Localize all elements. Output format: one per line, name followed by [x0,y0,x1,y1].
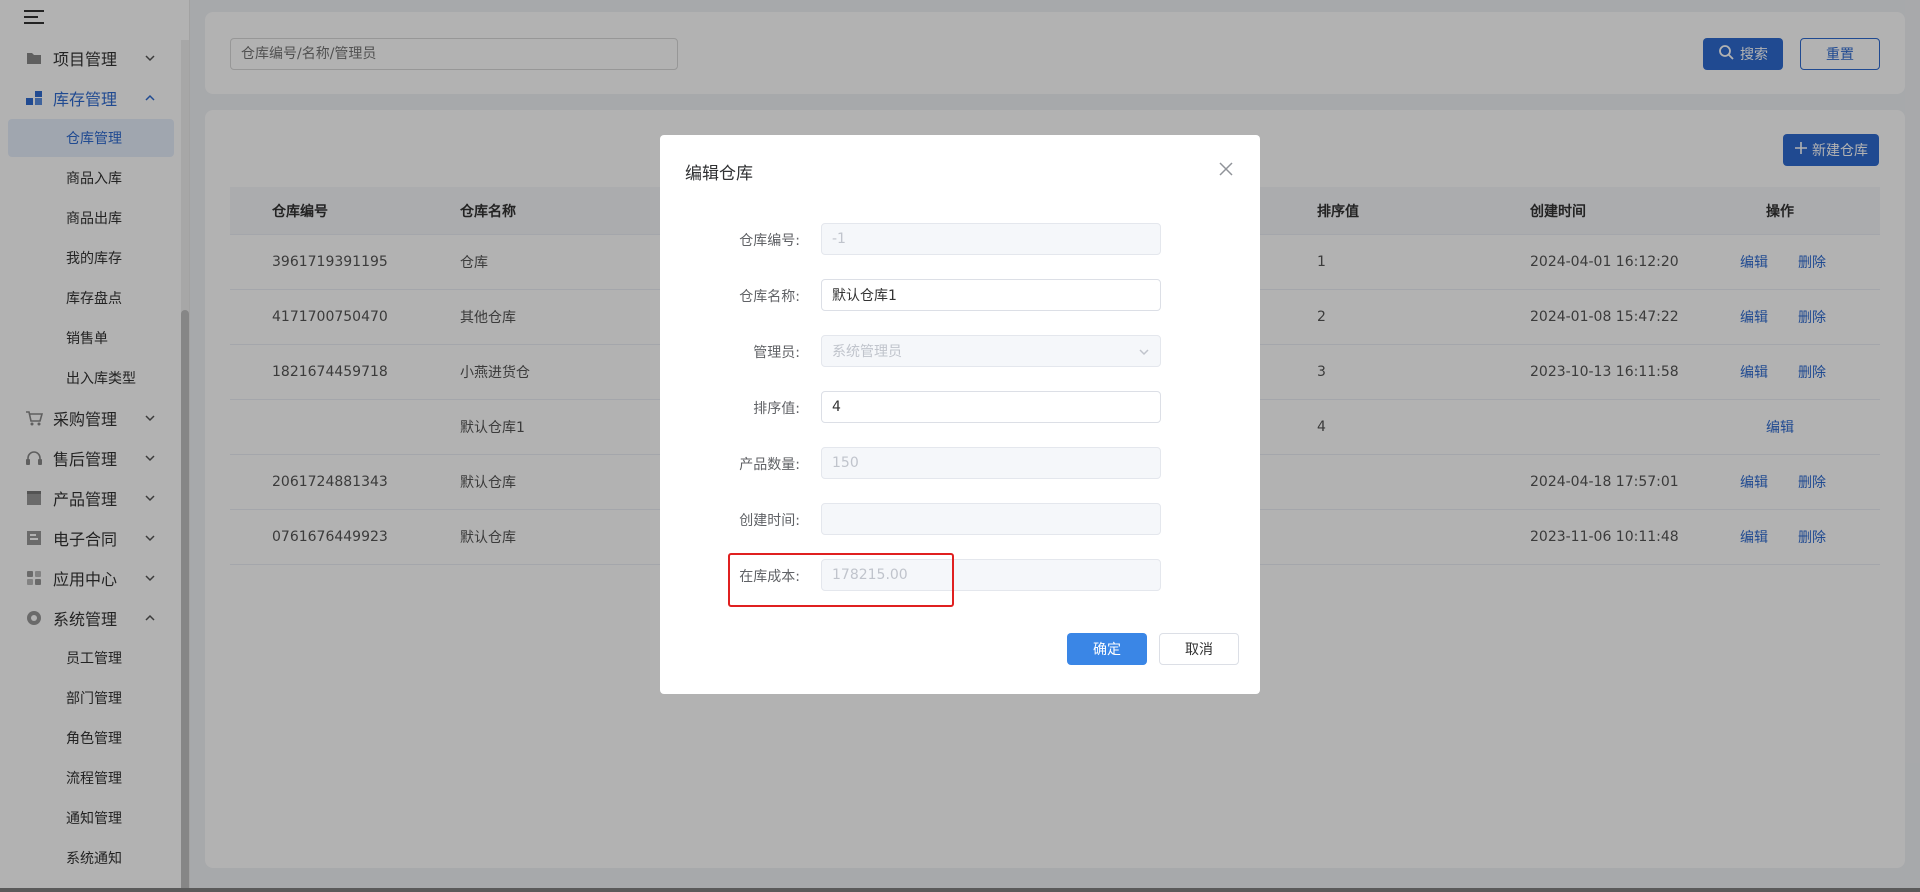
form-row-code: 仓库编号: -1 [660,223,1260,255]
cancel-button[interactable]: 取消 [1159,633,1239,665]
chevron-down-icon [1138,346,1150,362]
code-label: 仓库编号: [739,233,800,249]
quantity-label: 产品数量: [739,457,800,473]
manager-select[interactable]: 系统管理员 [821,335,1161,367]
created-label: 创建时间: [739,513,800,529]
close-icon[interactable] [1218,161,1234,177]
sort-label: 排序值: [753,401,800,417]
form-row-name: 仓库名称: 默认仓库1 [660,279,1260,311]
sort-field[interactable]: 4 [821,391,1161,423]
highlight-box [728,553,954,607]
name-label: 仓库名称: [739,289,800,305]
edit-warehouse-dialog: 编辑仓库 仓库编号: -1 仓库名称: 默认仓库1 管理员: 系统管理员 排序值… [660,135,1260,694]
code-field[interactable]: -1 [821,223,1161,255]
quantity-field[interactable]: 150 [821,447,1161,479]
dialog-title: 编辑仓库 [685,164,753,184]
confirm-button[interactable]: 确定 [1067,633,1147,665]
created-field[interactable] [821,503,1161,535]
taskbar-strip [0,888,1920,892]
name-field[interactable]: 默认仓库1 [821,279,1161,311]
manager-value: 系统管理员 [832,344,902,360]
manager-label: 管理员: [753,345,800,361]
form-row-manager: 管理员: 系统管理员 [660,335,1260,367]
form-row-sort: 排序值: 4 [660,391,1260,423]
form-row-quantity: 产品数量: 150 [660,447,1260,479]
form-row-created: 创建时间: [660,503,1260,535]
